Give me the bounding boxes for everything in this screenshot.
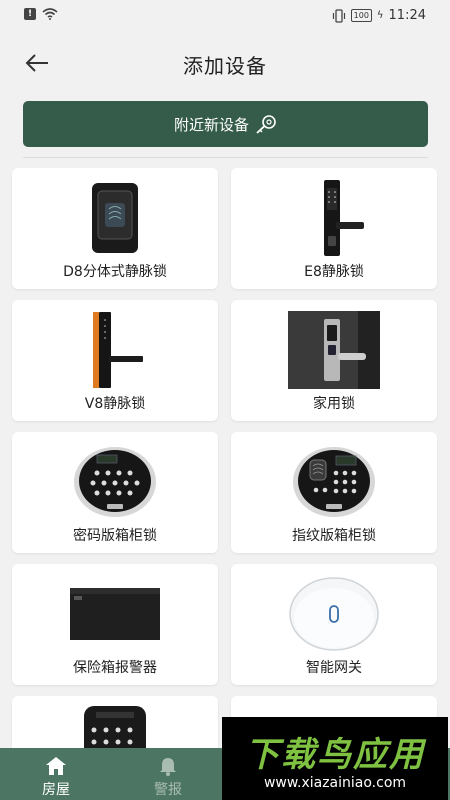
- watermark: 下载鸟应用 www.xiazainiao.com: [222, 717, 448, 800]
- clock: 11:24: [388, 8, 426, 23]
- search-key-icon: [256, 115, 276, 134]
- device-label: E8静脉锁: [304, 264, 364, 280]
- alert-icon: !: [24, 8, 36, 20]
- device-card-v8[interactable]: V8静脉锁: [12, 300, 218, 421]
- watermark-title: 下载鸟应用: [245, 735, 425, 775]
- device-card-keypad-cabinet-lock[interactable]: 密码版箱柜锁: [12, 432, 218, 553]
- wifi-icon: [42, 8, 58, 20]
- tab-label: 警报: [154, 782, 182, 798]
- device-label: 家用锁: [313, 396, 355, 412]
- smart-gateway-image: [231, 572, 437, 656]
- keypad-cabinet-lock-image: [12, 440, 218, 524]
- device-label: V8静脉锁: [84, 396, 146, 412]
- home-lock-image: [231, 308, 437, 392]
- v8-lock-image: [12, 308, 218, 392]
- device-card-e8[interactable]: E8静脉锁: [231, 168, 437, 289]
- device-card-safe-alarm[interactable]: 保险箱报警器: [12, 564, 218, 685]
- device-label: 指纹版箱柜锁: [292, 528, 376, 544]
- e8-lock-image: [231, 176, 437, 260]
- charging-icon: ϟ: [376, 10, 384, 21]
- device-card-home-lock[interactable]: 家用锁: [231, 300, 437, 421]
- house-icon: [46, 757, 66, 775]
- device-label: 智能网关: [306, 660, 362, 676]
- nearby-button-label: 附近新设备: [173, 115, 249, 134]
- page-title: 添加设备: [183, 54, 267, 78]
- fingerprint-cabinet-lock-image: [231, 440, 437, 524]
- header: 添加设备: [0, 32, 450, 92]
- device-label: 保险箱报警器: [73, 660, 157, 676]
- nearby-devices-button[interactable]: 附近新设备: [23, 101, 428, 147]
- tab-alarm[interactable]: 警报: [112, 748, 224, 800]
- watermark-url: www.xiazainiao.com: [263, 775, 407, 791]
- device-card-fingerprint-cabinet-lock[interactable]: 指纹版箱柜锁: [231, 432, 437, 553]
- tab-house[interactable]: 房屋: [0, 748, 112, 800]
- device-card-smart-gateway[interactable]: 智能网关: [231, 564, 437, 685]
- status-bar: ! 100 ϟ 11:24: [0, 0, 450, 32]
- bell-icon: [160, 758, 176, 776]
- tab-label: 房屋: [42, 782, 70, 798]
- safe-alarm-image: [12, 572, 218, 656]
- divider: [23, 157, 428, 158]
- device-label: D8分体式静脉锁: [63, 264, 167, 280]
- device-card-d8[interactable]: D8分体式静脉锁: [12, 168, 218, 289]
- vibrate-icon: [332, 8, 345, 23]
- battery-icon: 100: [350, 9, 372, 22]
- d8-lock-image: [12, 176, 218, 260]
- device-label: 密码版箱柜锁: [73, 528, 157, 544]
